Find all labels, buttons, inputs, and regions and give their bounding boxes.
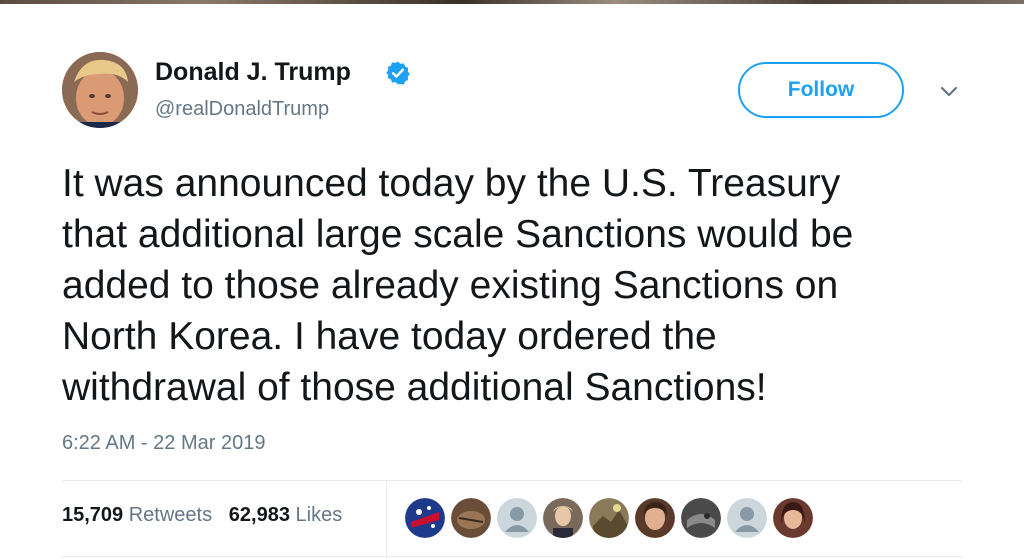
- liker-avatar[interactable]: [771, 496, 815, 540]
- default-user-icon: [727, 498, 767, 538]
- follow-button[interactable]: Follow: [738, 62, 904, 118]
- default-user-icon: [497, 498, 537, 538]
- liker-avatar[interactable]: [633, 496, 677, 540]
- verified-badge-icon: [386, 61, 410, 85]
- liker-avatar[interactable]: [679, 496, 723, 540]
- retweets-count: 15,709: [62, 504, 124, 526]
- liker-avatar[interactable]: [403, 496, 447, 540]
- likes-stat[interactable]: 62,983 Likes: [229, 504, 342, 526]
- tweet-timestamp[interactable]: 6:22 AM - 22 Mar 2019: [62, 432, 265, 455]
- liker-avatar[interactable]: [495, 496, 539, 540]
- stats-vertical-divider: [386, 480, 387, 559]
- author-handle[interactable]: @realDonaldTrump: [155, 98, 329, 121]
- stats-top-divider: [62, 480, 962, 481]
- stats-bottom-divider: [62, 556, 962, 557]
- top-image-strip: [0, 0, 1024, 4]
- author-avatar-image: [62, 52, 138, 128]
- likes-count: 62,983: [228, 504, 290, 526]
- liker-avatar[interactable]: [587, 496, 631, 540]
- likes-label: Likes: [295, 504, 343, 526]
- retweets-label: Retweets: [128, 504, 213, 526]
- author-avatar[interactable]: [62, 52, 138, 128]
- tweet-text: It was announced today by the U.S. Treas…: [62, 162, 854, 409]
- tweet-stats: 15,709 Retweets 62,983 Likes: [62, 504, 342, 527]
- liker-avatar[interactable]: [725, 496, 769, 540]
- liker-avatar[interactable]: [449, 496, 493, 540]
- chevron-down-icon[interactable]: [936, 82, 962, 102]
- author-name[interactable]: Donald J. Trump: [155, 58, 351, 87]
- liker-avatar[interactable]: [541, 496, 585, 540]
- retweets-stat[interactable]: 15,709 Retweets: [62, 504, 212, 526]
